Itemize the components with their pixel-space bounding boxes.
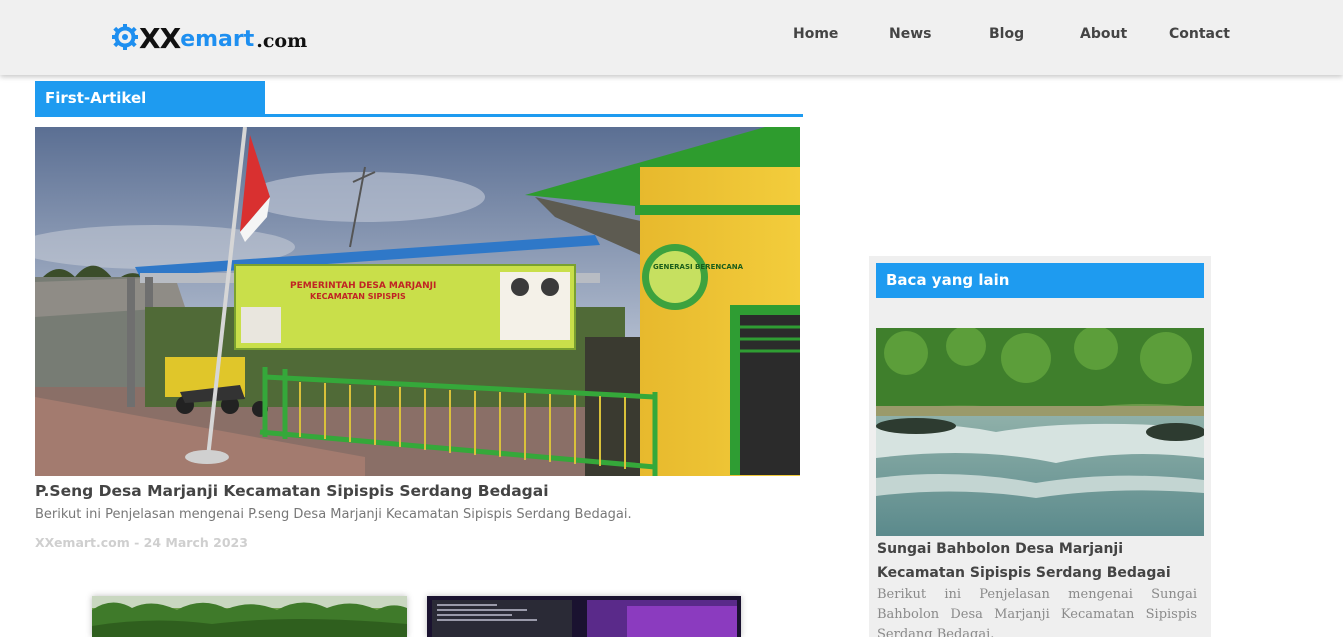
sidebar-post-excerpt: Berikut ini Penjelasan mengenai Sungai B… [877, 587, 1197, 637]
article-thumbnail[interactable] [92, 596, 407, 637]
section-header: First-Artikel [35, 81, 803, 117]
sidebar: Baca yang lain Sungai Bahbolon Desa Marj… [869, 256, 1211, 637]
nav-item-about[interactable]: About [1080, 26, 1127, 42]
gear-icon [112, 24, 138, 50]
sidebar-post-title[interactable]: Sungai Bahbolon Desa Marjanji Kecamatan … [877, 537, 1207, 585]
banner-subtext: KECAMATAN SIPISPIS [310, 292, 406, 301]
featured-article-meta: XXemart.com - 24 March 2023 [35, 535, 248, 550]
featured-article-title[interactable]: P.Seng Desa Marjanji Kecamatan Sipispis … [35, 482, 549, 500]
featured-article-excerpt: Berikut ini Penjelasan mengenai P.seng D… [35, 507, 632, 522]
logo-text-emart: emart [180, 27, 255, 52]
nav-item-contact[interactable]: Contact [1169, 26, 1230, 42]
banner-text: PEMERINTAH DESA MARJANJI [290, 281, 436, 291]
logo-text-com: .com [256, 30, 308, 52]
sign-text: GENERASI BERENCANA [653, 263, 744, 271]
site-header: XX emart .com Home News Blog About Conta… [0, 0, 1343, 75]
sidebar-title: Baca yang lain [876, 263, 1204, 298]
nav-item-home[interactable]: Home [793, 26, 838, 42]
logo-text-xx: XX [139, 22, 181, 55]
river-rapids-photo [876, 328, 1204, 536]
section-title: First-Artikel [35, 81, 265, 114]
site-logo[interactable]: XX emart .com [111, 20, 307, 54]
nav-item-blog[interactable]: Blog [989, 26, 1024, 42]
featured-article-image[interactable]: PEMERINTAH DESA MARJANJI KECAMATAN SIPIS… [35, 127, 800, 476]
terminal-screen-photo [427, 596, 741, 637]
village-office-photo: PEMERINTAH DESA MARJANJI KECAMATAN SIPIS… [35, 127, 800, 476]
nav-item-news[interactable]: News [889, 26, 931, 42]
article-thumbnail[interactable] [427, 596, 741, 637]
sidebar-post-image[interactable] [876, 328, 1204, 536]
palm-trees-photo [92, 596, 407, 637]
